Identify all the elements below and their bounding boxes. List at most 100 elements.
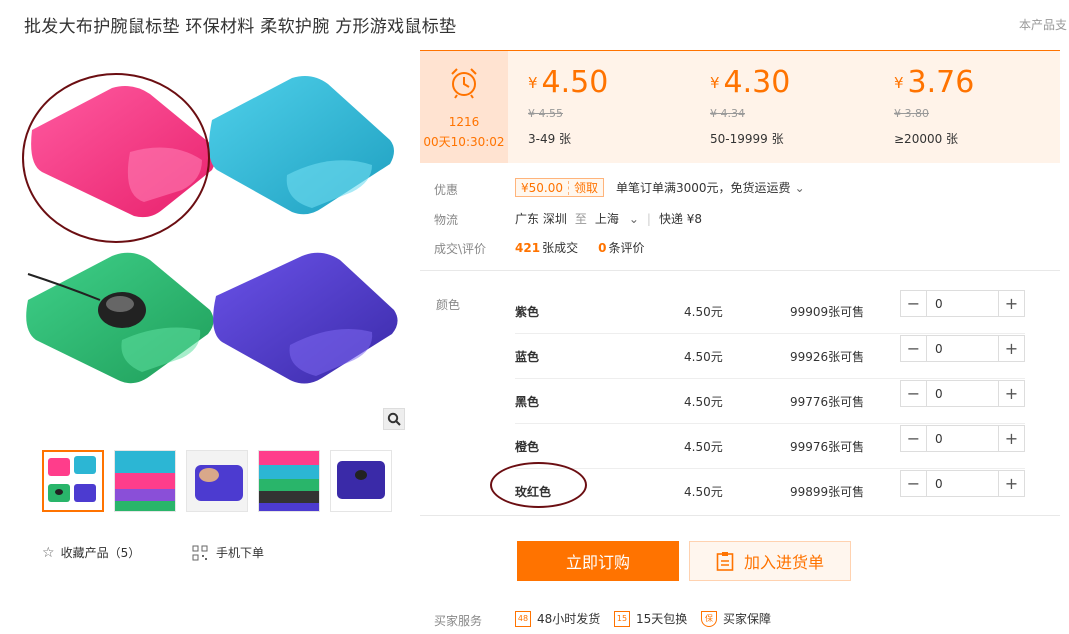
48h-delivery-icon: 48	[515, 610, 531, 627]
corner-note: 本产品支	[1018, 18, 1067, 32]
quantity-input[interactable]	[927, 426, 998, 451]
quantity-stepper: − +	[900, 425, 1025, 452]
quantity-stepper: − +	[900, 380, 1025, 407]
reviews-count[interactable]: 0	[598, 241, 606, 255]
plus-button[interactable]: +	[998, 381, 1024, 406]
thumbnail[interactable]	[114, 450, 176, 512]
plus-button[interactable]: +	[998, 471, 1024, 496]
plus-button[interactable]: +	[998, 336, 1024, 361]
tier-price: 4.30	[723, 65, 791, 100]
favorite-product-label: 收藏产品（5）	[60, 546, 141, 560]
services-label: 买家服务	[434, 614, 483, 628]
currency-symbol: ¥	[894, 74, 904, 92]
quantity-input[interactable]	[927, 336, 998, 361]
star-icon: ☆	[42, 544, 55, 561]
chevron-down-icon[interactable]: ⌄	[629, 212, 639, 226]
mousepads-illustration	[26, 76, 398, 384]
sku-row: 黑色 4.50元 99776张可售 − +	[420, 379, 1060, 424]
quantity-stepper: − +	[900, 335, 1025, 362]
minus-button[interactable]: −	[901, 381, 927, 406]
tier-old-price: ¥ 3.80	[894, 107, 929, 120]
ship-from: 广东 深圳	[515, 212, 567, 226]
minus-button[interactable]: −	[901, 471, 927, 496]
sku-row: 玫红色 4.50元 99899张可售 − +	[420, 469, 1060, 514]
thumbnail[interactable]	[330, 450, 392, 512]
sku-row: 紫色 4.50元 99909张可售 − +	[420, 289, 1060, 334]
trade-label: 成交\评价	[434, 242, 487, 256]
deals-count[interactable]: 421	[515, 241, 540, 255]
coupon-get-button[interactable]: 领取	[569, 179, 603, 196]
product-title: 批发大布护腕鼠标垫 环保材料 柔软护腕 方形游戏鼠标垫	[24, 17, 457, 37]
service-item: 保 买家保障	[701, 610, 771, 627]
favorite-product-link[interactable]: ☆ 收藏产品（5）	[42, 544, 140, 561]
countdown-time: 00天10:30:02	[423, 135, 505, 149]
tier-price: 4.50	[541, 65, 609, 100]
sku-price: 4.50元	[684, 350, 723, 364]
mobile-order-label: 手机下单	[216, 546, 265, 560]
plus-button[interactable]: +	[998, 291, 1024, 316]
currency-symbol: ¥	[528, 74, 538, 92]
coupon-amount: ¥50.00	[516, 180, 569, 195]
thumbnail[interactable]	[42, 450, 104, 512]
shipping-fee: 快递 ¥8	[658, 212, 703, 226]
coupon-badge[interactable]: ¥50.00 领取	[515, 178, 605, 197]
buy-now-button[interactable]: 立即订购	[517, 541, 679, 581]
ship-to-select[interactable]: 上海	[595, 210, 619, 227]
tier-old-price: ¥ 4.55	[528, 107, 563, 120]
sku-row: 橙色 4.50元 99976张可售 − +	[420, 424, 1060, 469]
to-word: 至	[574, 212, 587, 226]
tier-quantity: 50-19999 张	[710, 132, 784, 146]
sku-price: 4.50元	[684, 440, 723, 454]
sku-stock: 99909张可售	[790, 305, 865, 319]
thumbnail[interactable]	[186, 450, 248, 512]
tier-old-price: ¥ 4.34	[710, 107, 745, 120]
sku-name: 橙色	[515, 440, 540, 454]
logistics-row: 广东 深圳 至 上海 ⌄ | 快递 ¥8	[515, 210, 702, 227]
15day-exchange-icon: 15	[614, 610, 630, 627]
price-tier: ¥4.50 ¥ 4.55 3-49 张	[528, 65, 608, 147]
sku-price: 4.50元	[684, 305, 723, 319]
quantity-stepper: − +	[900, 470, 1025, 497]
currency-symbol: ¥	[710, 74, 720, 92]
divider	[420, 270, 1060, 271]
add-to-cart-button[interactable]: 加入进货单	[689, 541, 851, 581]
sku-stock: 99776张可售	[790, 395, 865, 409]
chevron-down-icon[interactable]: ⌄	[795, 181, 805, 195]
divider	[420, 515, 1060, 516]
price-panel: 1216 00天10:30:02 ¥4.50 ¥ 4.55 3-49 张 ¥4.…	[420, 50, 1060, 163]
price-tier: ¥4.30 ¥ 4.34 50-19999 张	[710, 65, 790, 147]
minus-button[interactable]: −	[901, 426, 927, 451]
main-product-image[interactable]	[22, 60, 410, 432]
minus-button[interactable]: −	[901, 336, 927, 361]
trade-row: 421 张成交 0 条评价	[515, 239, 644, 256]
plus-button[interactable]: +	[998, 426, 1024, 451]
separator: |	[646, 211, 651, 226]
countdown-box: 1216 00天10:30:02	[420, 51, 508, 163]
quantity-input[interactable]	[927, 291, 998, 316]
add-to-cart-label: 加入进货单	[743, 553, 824, 572]
thumbnail[interactable]	[258, 450, 320, 512]
qr-code-icon	[192, 545, 208, 560]
logistics-label: 物流	[434, 213, 459, 227]
deals-suffix: 张成交	[542, 241, 579, 255]
alarm-clock-icon	[451, 68, 477, 99]
zoom-icon[interactable]	[383, 408, 405, 430]
sku-stock: 99976张可售	[790, 440, 865, 454]
service-text: 48小时发货	[537, 612, 601, 626]
sku-price: 4.50元	[684, 485, 723, 499]
sku-stock: 99899张可售	[790, 485, 865, 499]
sku-name: 黑色	[515, 395, 540, 409]
promo-row: ¥50.00 领取 单笔订单满3000元，免货运运费 ⌄	[515, 178, 805, 197]
sku-name: 紫色	[515, 305, 540, 319]
quantity-input[interactable]	[927, 381, 998, 406]
buyer-protection-icon: 保	[701, 610, 717, 627]
price-tier: ¥3.76 ¥ 3.80 ≥20000 张	[894, 65, 974, 147]
reviews-suffix: 条评价	[608, 241, 645, 255]
tier-quantity: 3-49 张	[528, 132, 572, 146]
minus-button[interactable]: −	[901, 291, 927, 316]
quantity-input[interactable]	[927, 471, 998, 496]
mobile-order-link[interactable]: 手机下单	[192, 544, 264, 561]
promo-label: 优惠	[434, 183, 459, 197]
service-item: 15 15天包换	[614, 610, 687, 627]
sku-row: 蓝色 4.50元 99926张可售 − +	[420, 334, 1060, 379]
